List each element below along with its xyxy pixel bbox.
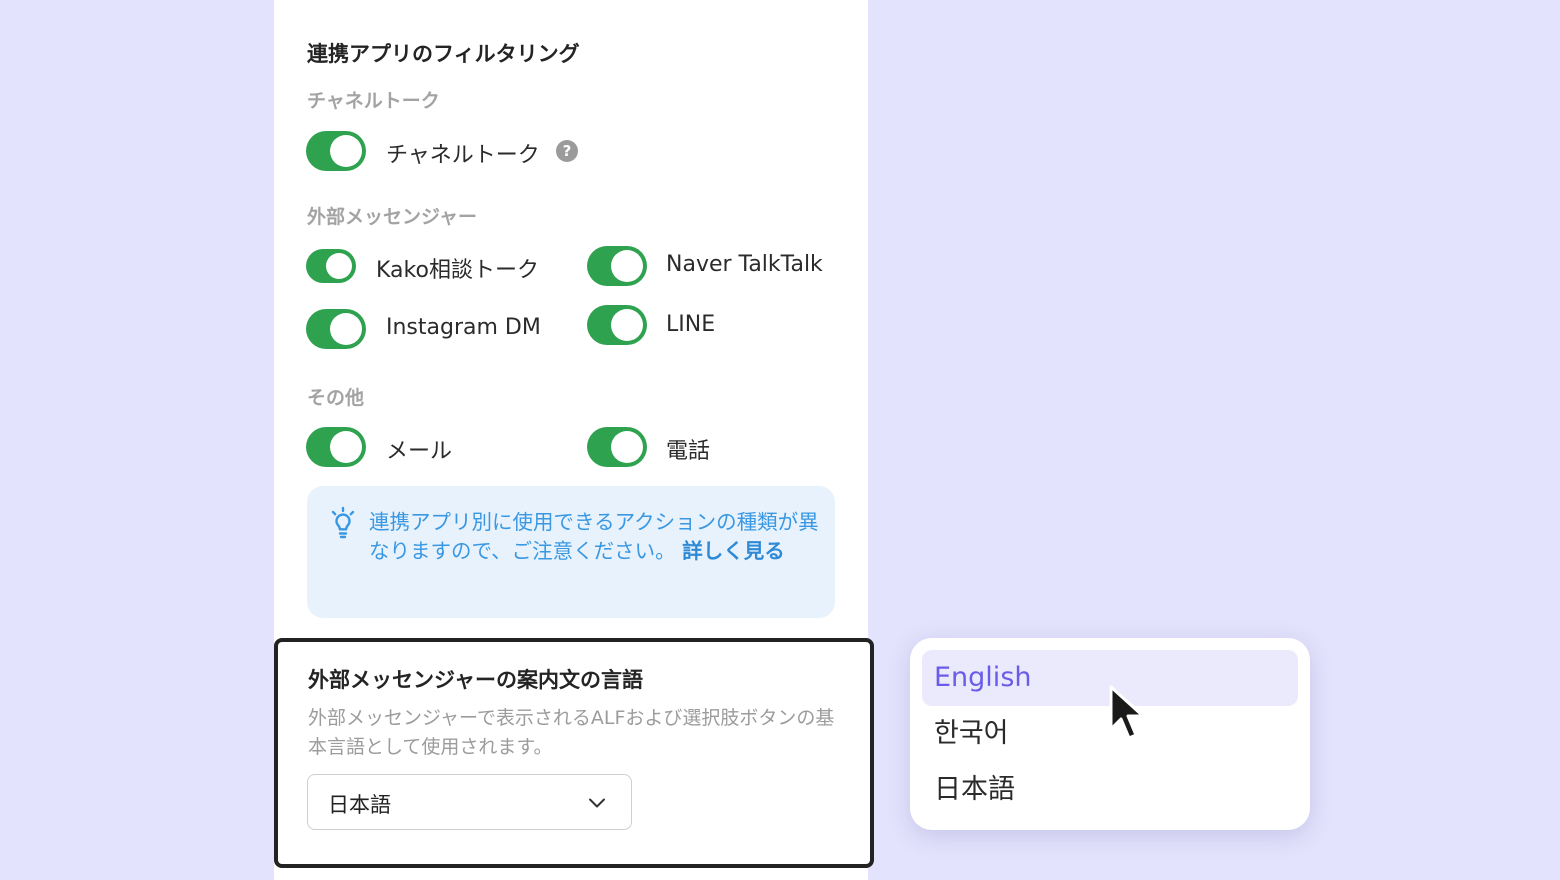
option-label-phone: 電話	[666, 439, 711, 464]
tip-text: 連携アプリ別に使用できるアクションの種類が異なりますので、ご注意ください。 詳し…	[369, 508, 821, 566]
toggle-email[interactable]	[306, 427, 366, 467]
toggle-kako[interactable]	[306, 249, 356, 283]
language-select-value: 日本語	[328, 793, 391, 817]
option-label-email: メール	[386, 439, 453, 464]
language-select[interactable]: 日本語	[307, 774, 632, 830]
toggle-knob	[611, 431, 643, 463]
group-label-external-messenger: 外部メッセンジャー	[307, 206, 478, 228]
toggle-naver-talktalk[interactable]	[587, 246, 647, 286]
group-label-channel-talk: チャネルトーク	[307, 90, 440, 112]
option-label-channel-talk: チャネルトーク	[386, 143, 540, 168]
toggle-channel-talk[interactable]	[306, 131, 366, 171]
option-label-instagram-dm: Instagram DM	[386, 315, 541, 340]
learn-more-link[interactable]: 詳しく見る	[682, 539, 785, 563]
toggle-knob	[326, 253, 352, 279]
chevron-down-icon	[589, 798, 605, 808]
toggle-knob	[611, 250, 643, 282]
option-label-kako: Kako相談トーク	[376, 258, 539, 283]
language-section-title: 外部メッセンジャーの案内文の言語	[308, 668, 643, 692]
help-icon[interactable]: ?	[556, 140, 578, 162]
toggle-instagram-dm[interactable]	[306, 309, 366, 349]
toggle-knob	[330, 313, 362, 345]
toggle-phone[interactable]	[587, 427, 647, 467]
option-label-line: LINE	[666, 312, 716, 337]
toggle-line[interactable]	[587, 305, 647, 345]
group-label-other: その他	[307, 387, 365, 409]
mouse-pointer-icon	[1109, 685, 1145, 740]
toggle-knob	[330, 431, 362, 463]
lightbulb-icon	[331, 506, 355, 539]
language-option-japanese[interactable]: 日本語	[922, 762, 1298, 818]
toggle-knob	[611, 309, 643, 341]
language-section-description: 外部メッセンジャーで表示されるALFおよび選択肢ボタンの基本言語として使用されま…	[308, 707, 835, 758]
option-label-naver-talktalk: Naver TalkTalk	[666, 252, 823, 277]
toggle-knob	[330, 135, 362, 167]
language-section: 外部メッセンジャーの案内文の言語 外部メッセンジャーで表示されるALFおよび選択…	[274, 638, 874, 868]
tip-box: 連携アプリ別に使用できるアクションの種類が異なりますので、ご注意ください。 詳し…	[307, 486, 835, 618]
filter-section-title: 連携アプリのフィルタリング	[307, 42, 580, 66]
